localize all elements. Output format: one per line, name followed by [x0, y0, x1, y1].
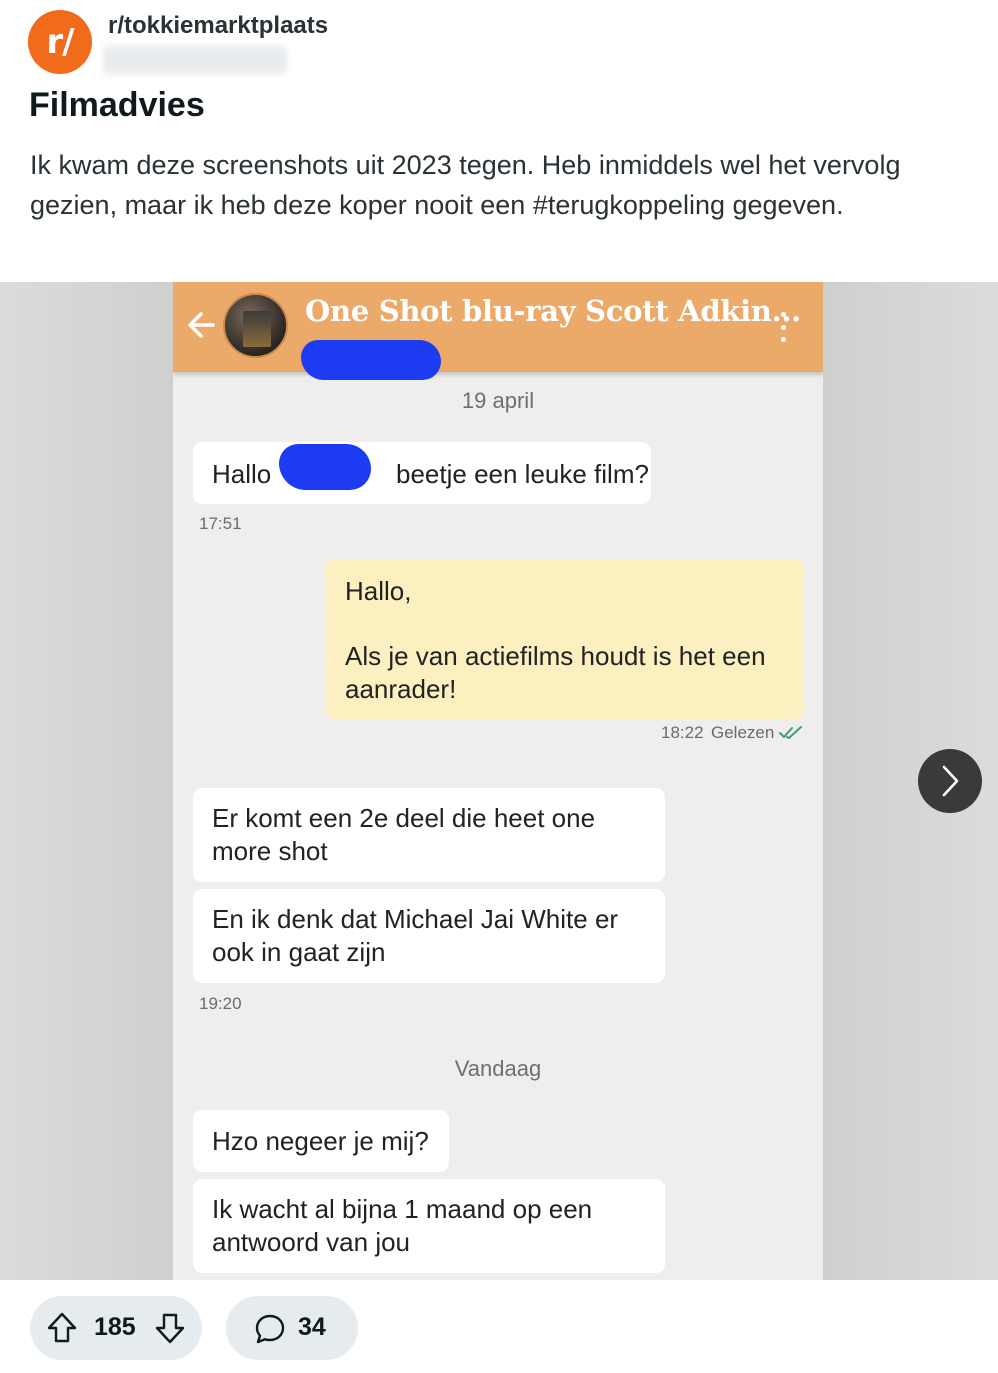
message-incoming: Ik wacht al bijna 1 maand op een antwoor…: [193, 1179, 665, 1273]
message-text: Er komt een 2e deel die heet one more sh…: [212, 803, 596, 866]
read-status: Gelezen: [711, 723, 775, 742]
double-check-icon: [779, 726, 802, 739]
message-incoming: Hzo negeer je mij?: [193, 1110, 449, 1172]
gallery-next-button[interactable]: [918, 749, 982, 813]
message-incoming: Er komt een 2e deel die heet one more sh…: [193, 788, 665, 882]
subreddit-name[interactable]: r/tokkiemarktplaats: [108, 12, 328, 40]
comments-button[interactable]: 34: [226, 1296, 358, 1360]
message-text: Ik wacht al bijna 1 maand op een antwoor…: [212, 1194, 593, 1257]
vote-count: 185: [94, 1313, 136, 1341]
message-time: 18:22: [661, 723, 704, 742]
post-title[interactable]: Filmadvies: [29, 86, 205, 125]
listing-avatar: [223, 293, 288, 358]
message-text: Hallo,: [345, 576, 412, 606]
message-text: beetje een leuke film?: [396, 459, 649, 489]
post-image-gallery[interactable]: One Shot blu-ray Scott Adkin... 19 april…: [0, 282, 998, 1280]
day-separator: Vandaag: [454, 1056, 542, 1081]
kebab-menu-icon: [779, 312, 787, 342]
gallery-background-left: [0, 282, 173, 1280]
chat-header: One Shot blu-ray Scott Adkin...: [173, 282, 823, 380]
message-text: Hallo: [212, 459, 272, 489]
message-text: Als je van actiefilms houdt is het een a…: [345, 641, 766, 704]
comment-bubble-icon: [255, 1314, 285, 1344]
username-blurred: [103, 46, 287, 74]
message-outgoing: Hallo, Als je van actiefilms houdt is he…: [326, 559, 804, 719]
post-action-bar: 185 34: [0, 1280, 998, 1373]
subreddit-avatar[interactable]: r/: [28, 10, 92, 74]
day-separator: 19 april: [461, 388, 535, 413]
arrow-left-icon: [188, 312, 215, 338]
chat-title: One Shot blu-ray Scott Adkin...: [305, 294, 801, 328]
message-time: 19:20: [199, 994, 242, 1013]
message-incoming: Hallo beetje een leuke film?: [193, 442, 651, 504]
message-incoming: En ik denk dat Michael Jai White er ook …: [193, 889, 665, 983]
post-body: Ik kwam deze screenshots uit 2023 tegen.…: [30, 150, 901, 220]
vote-control: 185: [30, 1296, 202, 1360]
message-text: Hzo negeer je mij?: [212, 1126, 429, 1156]
comment-count: 34: [298, 1313, 326, 1341]
chevron-right-icon: [942, 765, 959, 797]
post-header: r/ r/tokkiemarktplaats Filmadvies Ik kwa…: [0, 0, 998, 282]
redacted-scribble: [301, 340, 441, 380]
message-time: 17:51: [199, 514, 242, 533]
downvote-arrow-icon[interactable]: [154, 1311, 186, 1345]
upvote-arrow-icon[interactable]: [46, 1311, 78, 1345]
redacted-scribble: [279, 444, 371, 490]
message-text: En ik denk dat Michael Jai White er ook …: [212, 904, 619, 967]
chat-screenshot: One Shot blu-ray Scott Adkin... 19 april…: [173, 282, 823, 1280]
